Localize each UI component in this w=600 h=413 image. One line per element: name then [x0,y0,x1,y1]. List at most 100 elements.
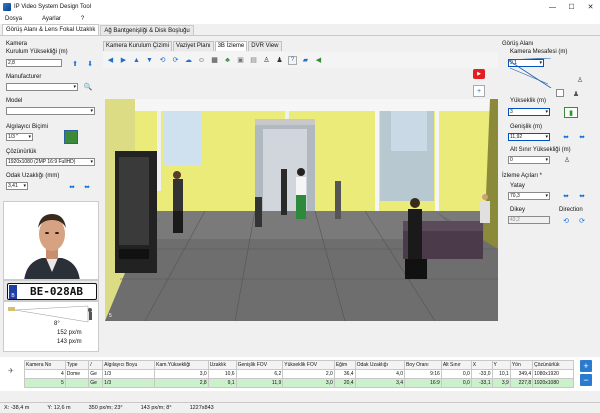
zoom-out-arrows-icon[interactable]: ⬌ [82,182,92,191]
menu-file[interactable]: Dosya [5,16,22,22]
angles-heading: İzleme Açıları * [502,173,543,179]
remove-camera-button[interactable]: − [580,374,592,386]
focal-select[interactable]: 3,41 [6,182,28,190]
arrow-up-icon[interactable]: ⬆ [70,58,80,70]
rotate-right-icon[interactable]: ⟳ [171,56,180,65]
col-x[interactable]: X [470,360,493,370]
tab-dvr-view[interactable]: DVR View [248,41,282,51]
focal-label: Odak Uzaklığı (mm) [6,173,60,179]
cloud-icon[interactable]: ☁ [184,56,193,65]
width-decrease-icon[interactable]: ⬌ [560,132,572,142]
status-density-face: 350 px/m; 23° [88,405,123,411]
tab-3d-view[interactable]: 3B İzleme [214,41,248,51]
col-slash[interactable]: / [88,360,104,370]
direction-label: Direction [559,207,583,213]
height-select[interactable]: 3 [508,108,550,116]
youtube-icon[interactable]: ▶ [473,69,485,79]
menu-bar: Dosya Ayarlar ? [0,14,600,24]
window-title: IP Video System Design Tool [14,4,92,10]
col-lower[interactable]: Alt Sınır [440,360,472,370]
resolution-select[interactable]: 1920x1080 (2MP 16:9 FullHD) [6,158,95,166]
main-tabs: Görüş Alanı & Lens Fokal Uzaklık Ağ Bant… [0,24,600,36]
yaw-select[interactable]: 70,3 [508,192,550,200]
wall-icon[interactable]: ▤ [249,56,258,65]
plate-country-badge: B [9,284,17,299]
option-checkbox[interactable] [556,89,564,97]
arrow-down-icon[interactable]: ⬇ [85,58,95,70]
col-aspect[interactable]: Boy Oranı [404,360,442,370]
tab-fov[interactable]: Görüş Alanı & Lens Fokal Uzaklık [2,24,100,35]
tab-site-plan[interactable]: Vaziyet Planı [173,41,214,51]
add-camera-button[interactable]: + [580,360,592,372]
rotate-left-icon[interactable]: ⟲ [560,215,572,227]
yaw-left-icon[interactable]: ⬌ [560,191,572,201]
width-increase-icon[interactable]: ⬌ [576,132,588,142]
arrow-left-icon[interactable]: ◀ [106,56,115,65]
person-face-image [4,202,98,279]
manufacturer-select[interactable] [6,83,78,91]
plate-preview: B BE-028AB [3,280,99,301]
col-camera-no[interactable]: Kamera No [24,360,66,370]
col-resolution[interactable]: Çözünürlük [532,360,574,370]
status-bar: X: -38,4 m Y: 12,6 m 350 px/m; 23° 143 p… [0,402,600,413]
height-label: Yükseklik (m) [510,98,547,104]
model-label: Model [6,98,23,104]
col-tilt[interactable]: Eğim [333,360,356,370]
minimize-button[interactable]: — [543,0,562,14]
person-icon[interactable]: ☺ [197,56,206,65]
yaw-right-icon[interactable]: ⬌ [576,191,588,201]
zoom-in-arrows-icon[interactable]: ⬌ [67,182,77,191]
group-icon[interactable]: ♟ [275,56,284,65]
camera-heading: Kamera [6,41,28,47]
tilt-value: 43,2 [508,216,550,224]
landscape-icon[interactable] [64,130,78,144]
height-icon: ▮ [564,107,578,118]
status-density-figure: 143 px/m; 8° [140,405,172,411]
help-icon[interactable]: ? [288,55,297,65]
close-button[interactable]: ✕ [581,0,600,14]
tab-bandwidth[interactable]: Ağ Bantgenişliği & Disk Boşluğu [100,25,194,35]
col-y[interactable]: Y [491,360,511,370]
figure-icon[interactable]: ♙ [262,56,271,65]
tree-icon[interactable]: ♣ [223,56,232,65]
3d-scene[interactable]: 5 [105,99,498,321]
menu-help[interactable]: ? [81,16,84,22]
tab-camera-drawing[interactable]: Kamera Kurulum Çizimi [103,41,173,51]
zoom-in-icon[interactable]: + [473,85,485,97]
menu-settings[interactable]: Ayarlar [42,16,61,22]
camera-add-icon[interactable]: ▰ [301,56,310,65]
rotate-right-icon[interactable]: ⟳ [576,215,588,227]
box-icon[interactable]: ▣ [236,56,245,65]
col-direction[interactable]: Yön [509,360,534,370]
grid-icon[interactable]: ▦ [210,56,219,65]
camera-panel: Kamera Kurulum Yüksekliği (m) 2,8 ⬆ ⬇ Ma… [0,37,103,352]
speaker-icon[interactable]: ◀ [314,56,323,65]
col-distance[interactable]: Uzaklık [207,360,237,370]
col-sensor[interactable]: Algılayıcı Boyu [102,360,156,370]
arrow-up-icon[interactable]: ▲ [132,56,141,65]
camera-cone-diagram [8,305,92,323]
model-select[interactable] [6,107,95,115]
rotate-icon[interactable]: ⟲ [158,56,167,65]
maximize-button[interactable]: ☐ [562,0,581,14]
manufacturer-label: Manufacturer [6,74,42,80]
resolution-label: Çözünürlük [6,149,37,155]
arrow-down-icon[interactable]: ▼ [145,56,154,65]
width-label: Genişlik (m) [510,124,543,130]
scene-camera-index: 5 [109,313,112,319]
lower-limit-select[interactable]: 0 [508,156,550,164]
arrow-right-icon[interactable]: ▶ [119,56,128,65]
camera-search-icon[interactable]: 🔍 [82,81,94,93]
table-row-selected[interactable]: 5 Ge 1/3 2,8 9,1 11,9 3,0 20,4 3,4 16:9 … [24,378,574,388]
camera-table: Kamera No Type / Algılayıcı Boyu Kam.Yük… [24,360,574,388]
sensor-select[interactable]: 1/3 " [6,133,33,141]
status-y: Y: 12,6 m [47,405,71,411]
col-width-fov[interactable]: Genişlik FOV [235,360,284,370]
table-row[interactable]: 4 Dome Ge 1/3 3,0 10,6 6,2 2,0 36,4 4,0 … [24,369,574,379]
col-type[interactable]: Type [64,360,90,370]
height-input[interactable]: 2,8 [6,59,62,67]
col-focal[interactable]: Odak Uzaklığı [354,360,406,370]
col-height-fov[interactable]: Yükseklik FOV [282,360,335,370]
col-height[interactable]: Kam.Yüksekliği [154,360,209,370]
width-select[interactable]: 11,92 [508,133,550,141]
